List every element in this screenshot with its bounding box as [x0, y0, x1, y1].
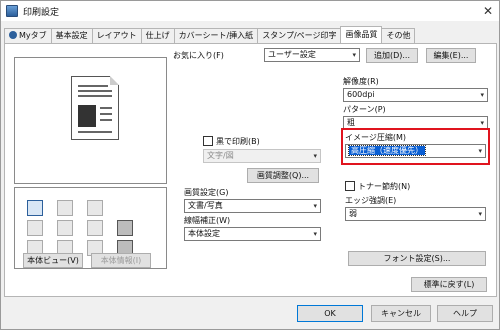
tab-other[interactable]: その他: [381, 28, 416, 43]
tab-cover-sheet[interactable]: カバーシート/挿入紙: [173, 28, 259, 43]
edit-button[interactable]: 編集(E)...: [426, 48, 476, 63]
bw-print-label: 黒で印刷(B): [216, 137, 260, 146]
resolution-value: 600dpi: [347, 90, 375, 99]
printer-unit-icon: [27, 200, 43, 216]
image-compression-value: 高圧縮（速度優先）: [348, 145, 426, 156]
image-adjust-button[interactable]: 画質調整(Q)...: [247, 168, 319, 183]
trash-icon: [117, 220, 133, 236]
folder-icon: [87, 220, 103, 236]
line-width-label: 線幅補正(W): [184, 216, 231, 225]
print-settings-window: 印刷設定 ✕ Myタブ 基本設定 レイアウト 仕上げ カバーシート/挿入紙 スタ…: [0, 0, 500, 330]
quality-value: 文書/写真: [188, 201, 223, 210]
chevron-down-icon: ▾: [478, 147, 482, 155]
image-compression-label: イメージ圧縮(M): [345, 133, 406, 142]
printer-app-icon: [6, 5, 18, 17]
cancel-button[interactable]: キャンセル: [371, 305, 431, 322]
tray-icon: [57, 200, 73, 216]
close-button[interactable]: ✕: [483, 4, 493, 18]
add-button[interactable]: 追加(D)...: [366, 48, 418, 63]
chevron-down-icon: ▾: [480, 91, 484, 99]
edge-enhance-label: エッジ強調(E): [345, 196, 397, 205]
bw-mode-value: 文字/図: [207, 151, 234, 160]
tab-label: Myタブ: [19, 31, 47, 40]
pattern-value: 粗: [347, 118, 355, 127]
tab-stamp[interactable]: スタンプ/ページ印字: [257, 28, 342, 43]
line-width-select[interactable]: 本体設定 ▾: [184, 227, 321, 241]
tab-finishing[interactable]: 仕上げ: [140, 28, 175, 43]
quality-label: 画質設定(G): [184, 188, 229, 197]
tab-image-quality[interactable]: 画像品質: [340, 26, 383, 43]
tab-mytab[interactable]: Myタブ: [4, 28, 52, 43]
restore-default-button[interactable]: 標準に戻す(L): [411, 277, 487, 292]
window-title: 印刷設定: [23, 7, 60, 18]
stack-icon: [57, 220, 73, 236]
bw-print-checkbox[interactable]: [203, 136, 213, 146]
line-width-value: 本体設定: [188, 229, 220, 238]
main-view-button[interactable]: 本体ビュー(V): [23, 253, 83, 268]
favorites-label: お気に入り(F): [173, 51, 224, 60]
tab-basic[interactable]: 基本設定: [50, 28, 93, 43]
chevron-down-icon: ▾: [313, 152, 317, 160]
pattern-label: パターン(P): [343, 105, 386, 114]
ok-button[interactable]: OK: [297, 305, 363, 322]
toner-save-label: トナー節約(N): [358, 182, 411, 191]
device-options-panel: 本体ビュー(V) 本体情報(I): [14, 187, 167, 269]
resolution-select[interactable]: 600dpi ▾: [343, 88, 488, 102]
edge-enhance-value: 弱: [349, 209, 357, 218]
edge-enhance-select[interactable]: 弱 ▾: [345, 207, 486, 221]
user-icon: [9, 31, 17, 39]
main-info-button[interactable]: 本体情報(I): [91, 253, 151, 268]
bw-mode-select[interactable]: 文字/図 ▾: [203, 149, 321, 163]
help-button[interactable]: ヘルプ: [437, 305, 493, 322]
tab-layout[interactable]: レイアウト: [91, 28, 142, 43]
title-bar: 印刷設定 ✕: [1, 1, 499, 21]
document-preview-icon: [71, 76, 119, 140]
chevron-down-icon: ▾: [478, 210, 482, 218]
image-compression-select[interactable]: 高圧縮（速度優先） ▾: [345, 144, 486, 158]
chevron-down-icon: ▾: [352, 51, 356, 59]
resolution-label: 解像度(R): [343, 77, 379, 86]
copy-icon: [87, 200, 103, 216]
page-preview: [14, 57, 167, 184]
tab-bar: Myタブ 基本設定 レイアウト 仕上げ カバーシート/挿入紙 スタンプ/ページ印…: [4, 26, 416, 43]
favorites-select[interactable]: ユーザー設定 ▾: [264, 48, 360, 62]
chevron-down-icon: ▾: [313, 202, 317, 210]
favorites-value: ユーザー設定: [268, 50, 316, 59]
cassette-icon: [27, 220, 43, 236]
chevron-down-icon: ▾: [313, 230, 317, 238]
font-settings-button[interactable]: フォント設定(S)...: [348, 251, 486, 266]
quality-select[interactable]: 文書/写真 ▾: [184, 199, 321, 213]
toner-save-checkbox[interactable]: [345, 181, 355, 191]
